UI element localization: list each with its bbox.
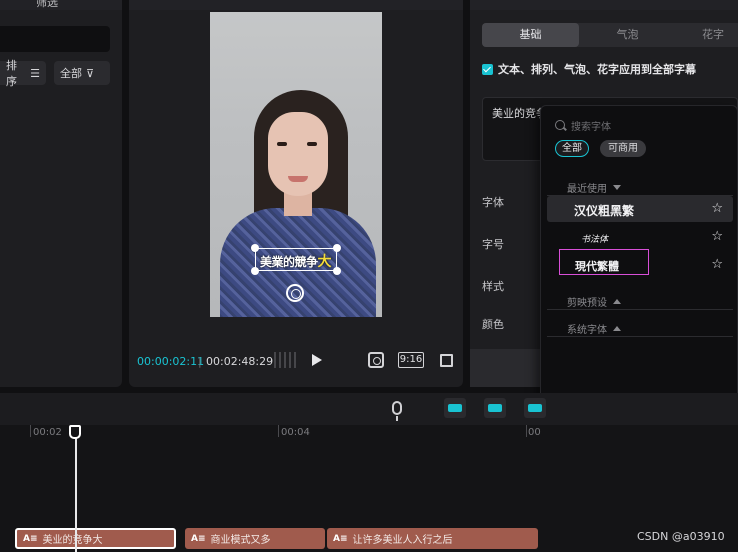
clip-label: 让许多美业人入行之后 [352,535,453,546]
top-strip: 筛选 [0,0,738,10]
resize-handle-tl[interactable] [251,244,259,252]
chevron-up-icon [613,299,621,304]
timeline-toolbar [0,393,738,425]
highlight-box [559,249,649,275]
subtitle-main: 美業的競争 [260,255,318,269]
person-eye-left [277,142,287,146]
system-section-header[interactable]: 系统字体 [567,321,621,336]
playhead-line[interactable] [75,425,77,552]
star-icon[interactable]: ☆ [711,201,723,216]
rotate-icon[interactable] [286,284,304,302]
filter-title: 筛选 [36,0,58,9]
tab-fancy-text[interactable]: 花字 [676,23,738,47]
recent-header-label: 最近使用 [567,184,607,195]
player-header [129,0,463,10]
ruler-mark [278,425,279,437]
tab-bubble[interactable]: 气泡 [579,23,676,47]
sort-icon: ☰ [30,66,40,80]
apply-all-label: 文本、排列、气泡、花字应用到全部字幕 [498,63,696,76]
subtitle-text: 美業的競争大 [260,251,331,271]
ruler-mark [30,425,31,437]
text-clip-icon: A≡ [23,533,38,544]
person-eye-right [307,142,317,146]
resize-handle-br[interactable] [333,267,341,275]
divider [547,336,733,337]
chevron-up-icon [613,326,621,331]
ruler-tick-label: 00:04 [281,427,310,438]
filter-all-button[interactable]: 全部 ⊽ [54,61,110,85]
clip-label: 美业的竞争大 [42,535,103,546]
tab-bar: 基础 气泡 花字 [482,23,738,47]
time-current: 00:00:02:11 [137,355,205,368]
resize-handle-bl[interactable] [251,267,259,275]
recent-section-header[interactable]: 最近使用 [567,180,621,195]
style-label: 样式 [482,280,504,293]
subtitle-clip[interactable]: A≡ 美业的竞争大 [15,528,176,549]
preset-section-header[interactable]: 剪映预设 [567,294,621,309]
grid-icon[interactable] [274,352,296,368]
apply-all-checkbox[interactable] [482,63,493,75]
frame-capture-icon[interactable] [368,352,384,368]
font-search-placeholder: 搜索字体 [571,121,611,133]
ratio-button[interactable]: 9:16 [398,352,424,368]
preview-axis-button[interactable] [524,398,546,418]
clip-label: 商业模式又多 [210,535,271,546]
system-header-label: 系统字体 [567,325,607,336]
font-size-label: 字号 [482,238,504,251]
play-icon[interactable] [312,354,322,366]
font-item-hanyi-bold[interactable]: 汉仪粗黑繁 ☆ [547,196,733,222]
link-clips-button[interactable] [444,398,466,418]
video-preview[interactable]: 美業的競争大 [210,12,382,317]
ruler-tick-label: 00 [528,427,541,438]
filter-commercial-pill[interactable]: 可商用 [600,140,646,157]
subtitle-selection-box[interactable]: 美業的競争大 [251,244,341,275]
star-icon[interactable]: ☆ [711,257,723,272]
text-clip-icon: A≡ [191,533,206,544]
apply-all-row[interactable]: 文本、排列、气泡、花字应用到全部字幕 [482,61,696,77]
sort-label: 排序 [6,59,17,88]
subtitle-highlight: 大 [317,254,332,270]
timeline[interactable]: 00:02 00:04 00 A≡ 美业的竞争大 A≡ 商业模式又多 A≡ 让许… [0,425,738,552]
font-item-calligraphy[interactable]: 书法体 ☆ [547,224,733,250]
color-label: 颜色 [482,318,504,331]
fullscreen-icon[interactable] [440,354,453,367]
playhead-handle[interactable] [69,425,81,439]
sort-button[interactable]: 排序 ☰ [0,59,46,88]
search-icon [555,120,565,130]
font-search-field[interactable]: 搜索字体 [555,116,725,134]
text-clip-icon: A≡ [333,533,348,544]
filter-all-pill[interactable]: 全部 [555,140,589,157]
filter-all-label: 全部 [60,67,82,80]
magnet-button[interactable] [484,398,506,418]
preset-header-label: 剪映预设 [567,298,607,309]
left-search-input[interactable] [0,26,110,52]
ruler-tick-label: 00:02 [33,427,62,438]
font-label: 字体 [482,196,504,209]
divider [547,309,733,310]
time-total: 00:02:48:29 [206,355,274,368]
left-panel: 排序 ☰ 全部 ⊽ [0,10,122,387]
subtitle-clip[interactable]: A≡ 商业模式又多 [185,528,325,549]
right-panel-header [470,0,738,10]
filter-icon: ⊽ [86,66,95,80]
font-name: 书法体 [581,235,609,245]
subtitle-clip[interactable]: A≡ 让许多美业人入行之后 [327,528,538,549]
star-icon[interactable]: ☆ [711,229,723,244]
left-panel-header: 筛选 [0,0,122,10]
chevron-down-icon [613,185,621,190]
resize-handle-tr[interactable] [333,244,341,252]
watermark: CSDN @a03910 [637,530,725,543]
player-panel: 美業的競争大 00:00:02:11 | 00:02:48:29 9:16 [129,10,463,387]
font-name: 汉仪粗黑繁 [574,204,635,218]
tab-basic[interactable]: 基础 [482,23,579,47]
person-face [268,112,328,196]
time-separator: | [198,355,202,368]
microphone-icon[interactable] [392,401,402,421]
ruler-mark [526,425,527,437]
person-mouth [288,176,308,182]
